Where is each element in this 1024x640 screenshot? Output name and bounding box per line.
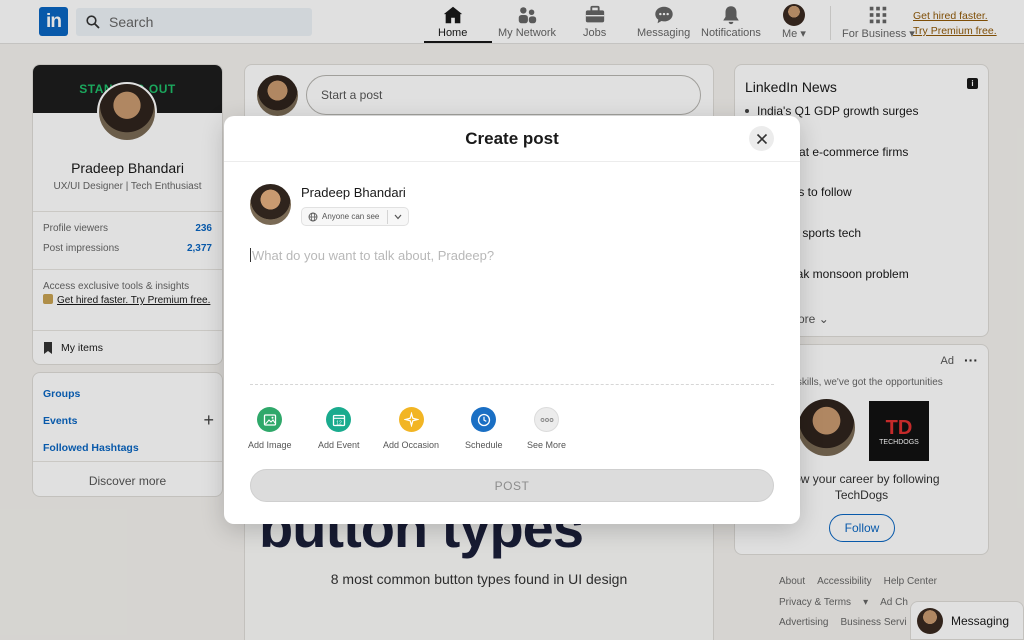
add-event-label: Add Event	[318, 440, 360, 450]
close-icon	[756, 133, 767, 144]
author-avatar	[250, 184, 291, 225]
add-occasion-label: Add Occasion	[383, 440, 440, 450]
text-cursor	[250, 248, 251, 262]
schedule-label: Schedule	[465, 440, 503, 450]
visibility-label: Anyone can see	[322, 212, 380, 221]
chevron-down-icon	[394, 214, 402, 219]
visibility-separator	[387, 209, 389, 224]
calendar-icon: 12	[326, 407, 352, 432]
sparkle-icon	[398, 407, 424, 432]
post-text-area[interactable]: What do you want to talk about, Pradeep?	[250, 248, 494, 263]
see-more-button[interactable]: See More	[527, 407, 566, 450]
globe-icon	[308, 212, 318, 221]
author-name: Pradeep Bhandari	[301, 185, 406, 200]
svg-text:12: 12	[336, 420, 342, 426]
see-more-label: See More	[527, 440, 567, 450]
modal-title: Create post	[465, 128, 559, 148]
composer-divider	[250, 384, 774, 385]
post-button[interactable]: POST	[250, 469, 774, 502]
create-post-modal: Create post Pradeep Bhandari Anyone can …	[224, 116, 800, 524]
close-button[interactable]	[749, 126, 774, 151]
add-event-button[interactable]: 12 Add Event	[318, 407, 360, 450]
more-icon	[534, 407, 560, 432]
image-icon	[257, 407, 283, 432]
schedule-button[interactable]: Schedule	[465, 407, 503, 450]
add-image-button[interactable]: Add Image	[248, 407, 292, 450]
clock-icon	[471, 407, 497, 432]
modal-header: Create post	[224, 116, 800, 162]
add-image-label: Add Image	[248, 440, 292, 450]
add-occasion-button[interactable]: Add Occasion	[383, 407, 439, 450]
visibility-selector[interactable]: Anyone can see	[301, 207, 409, 226]
